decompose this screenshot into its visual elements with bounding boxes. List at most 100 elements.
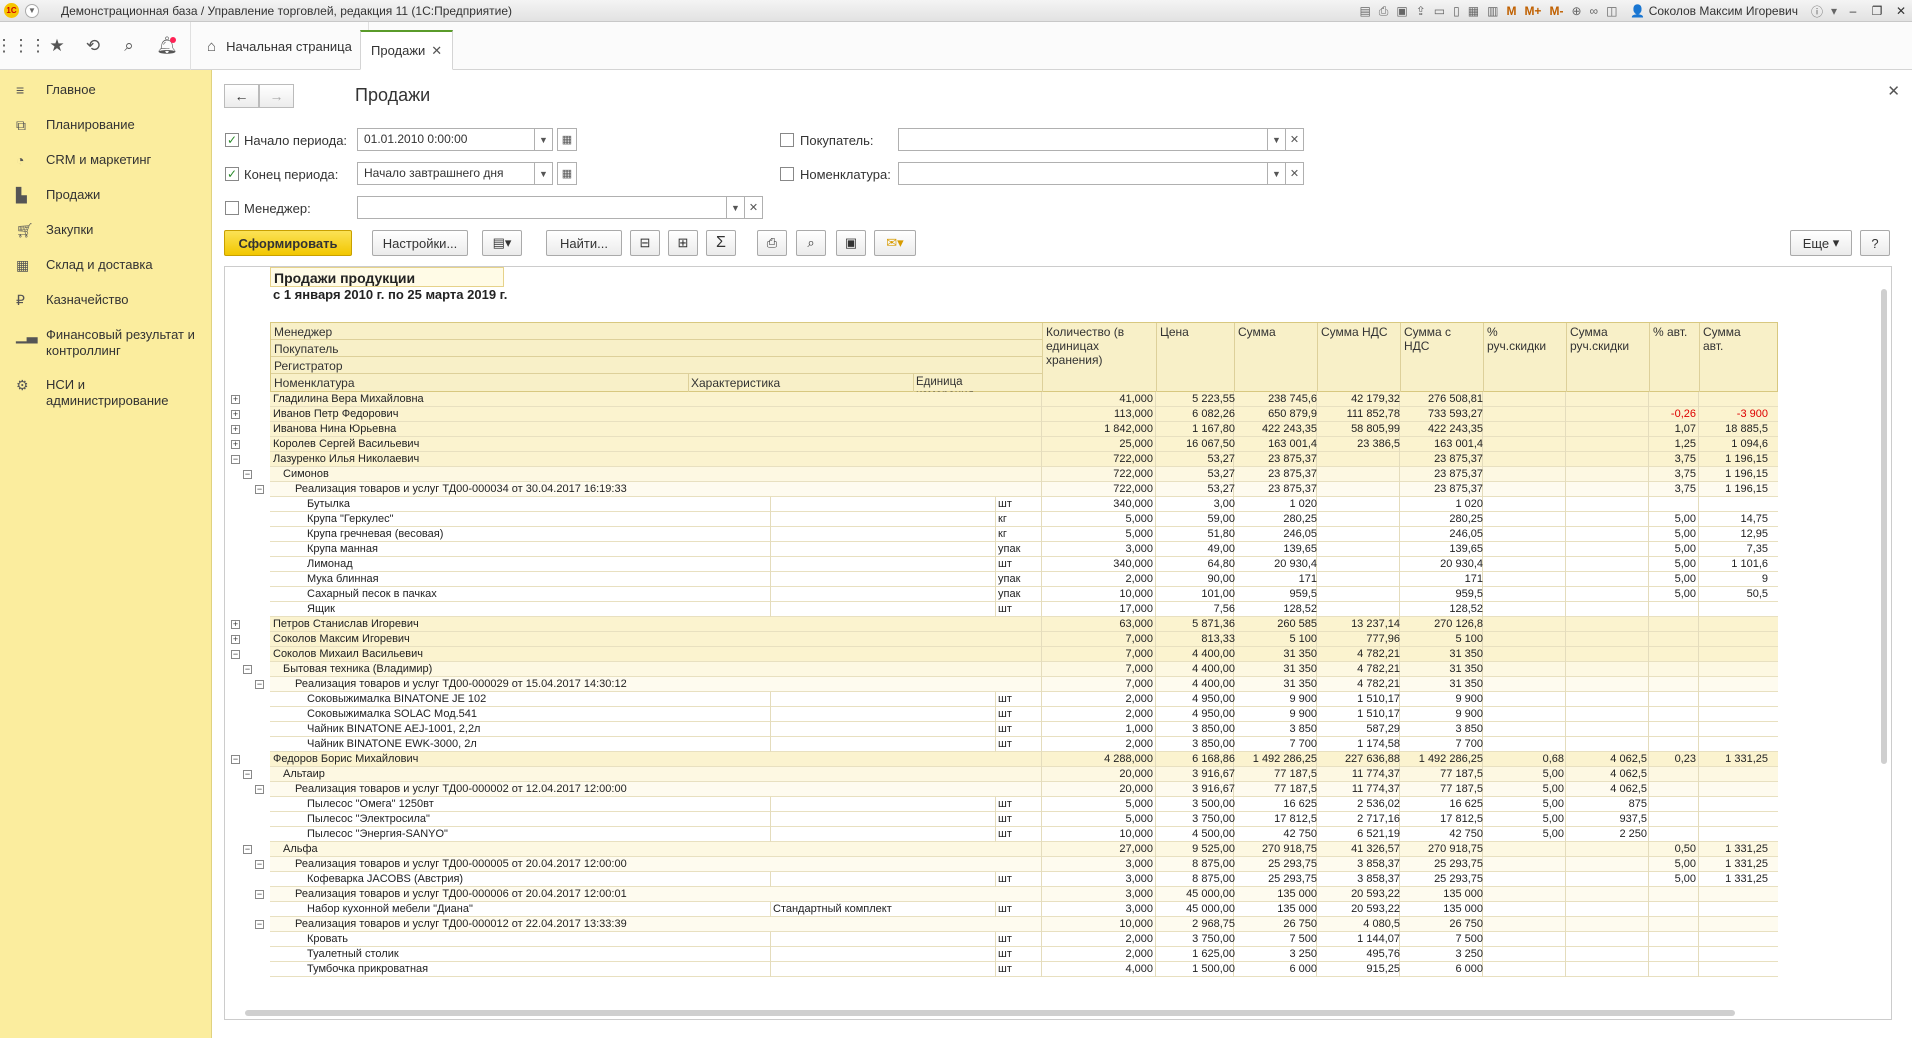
close-window-button[interactable]: ✕ — [1890, 4, 1912, 18]
sidebar-item-warehouse[interactable]: ▦ Склад и доставка — [0, 257, 212, 274]
buyer-checkbox[interactable] — [780, 133, 794, 147]
sum-button[interactable]: Σ — [706, 230, 736, 256]
calculator-icon[interactable]: ▦ — [1468, 4, 1479, 18]
report-row[interactable]: Набор кухонной мебели "Диана" Стандартный… — [225, 902, 1785, 917]
tab-sales[interactable]: Продажи ✕ — [360, 30, 454, 70]
expand-toggle-icon[interactable]: + — [231, 395, 240, 404]
period-end-input[interactable]: Начало завтрашнего дня — [357, 162, 535, 185]
report-row[interactable]: Тумбочка прикроватная шт 4,000 1 500,00 6 00… — [225, 962, 1785, 977]
preview-icon[interactable]: ▣ — [1396, 4, 1407, 18]
report-row[interactable]: Соковыжималка SOLAC Мод.541 шт 2,000 4 950,… — [225, 707, 1785, 722]
report-row[interactable]: − Реализация товаров и услуг ТД00-000034 … — [225, 482, 1785, 497]
horizontal-scrollbar[interactable] — [245, 1009, 1875, 1017]
find-button[interactable]: Найти... — [546, 230, 622, 256]
apps-grid-icon[interactable]: ⋮⋮⋮ — [0, 22, 47, 70]
forward-button[interactable]: → — [259, 84, 294, 108]
collapse-groups-button[interactable]: ⊟ — [630, 230, 660, 256]
report-row[interactable]: − Реализация товаров и услуг ТД00-000005 … — [225, 857, 1785, 872]
report-row[interactable]: + Петров Станислав Игоревич 63,000 5 871,36… — [225, 617, 1785, 632]
nomenclature-clear-icon[interactable]: ✕ — [1286, 162, 1304, 185]
save-icon[interactable]: ▤ — [1359, 4, 1370, 18]
expand-toggle-icon[interactable]: + — [231, 440, 240, 449]
report-row[interactable]: Пылесос "Электросила" шт 5,000 3 750,00 17 8… — [225, 812, 1785, 827]
panel-icon[interactable]: ◫ — [1606, 4, 1617, 18]
sidebar-item-sales[interactable]: ▙ Продажи — [0, 187, 212, 204]
report-row[interactable]: − Реализация товаров и услуг ТД00-000002 … — [225, 782, 1785, 797]
horizontal-scroll-thumb[interactable] — [245, 1010, 1735, 1016]
report-row[interactable]: Чайник BINATONE AEJ-1001, 2,2л шт 1,000 3 8… — [225, 722, 1785, 737]
expand-toggle-icon[interactable]: + — [231, 635, 240, 644]
collapse-toggle-icon[interactable]: − — [243, 470, 252, 479]
bell-icon[interactable]: 🔔︎ — [148, 22, 186, 70]
report-row[interactable]: Мука блинная упак 2,000 90,00 171 171 5,00 9 — [225, 572, 1785, 587]
report-row[interactable]: Крупа манная упак 3,000 49,00 139,65 139,65 5,… — [225, 542, 1785, 557]
sidebar-item-purchases[interactable]: 🛒︎ Закупки — [0, 222, 212, 239]
report-row[interactable]: − Бытовая техника (Владимир) 7,000 4 400,00… — [225, 662, 1785, 677]
close-tab-icon[interactable]: ✕ — [431, 43, 442, 59]
tab-home[interactable]: ⌂ Начальная страница — [190, 22, 369, 70]
info-icon[interactable]: ⓘ — [1811, 3, 1823, 20]
restore-button[interactable]: ❐ — [1866, 4, 1888, 18]
period-start-dropdown-icon[interactable]: ▼ — [535, 128, 553, 151]
1c-logo-icon[interactable]: 1C — [4, 3, 19, 18]
buyer-input[interactable] — [898, 128, 1268, 151]
collapse-toggle-icon[interactable]: − — [231, 650, 240, 659]
report-row[interactable]: + Иванов Петр Федорович 113,000 6 082,26 650… — [225, 407, 1785, 422]
report-row[interactable]: − Симонов 722,000 53,27 23 875,37 23 875,37 3,… — [225, 467, 1785, 482]
report-row[interactable]: − Реализация товаров и услуг ТД00-000029 … — [225, 677, 1785, 692]
back-button[interactable]: ← — [224, 84, 259, 108]
search-icon[interactable]: ⌕ — [110, 22, 148, 70]
period-start-input[interactable]: 01.01.2010 0:00:00 — [357, 128, 535, 151]
collapse-toggle-icon[interactable]: − — [255, 485, 264, 494]
nomenclature-checkbox[interactable] — [780, 167, 794, 181]
report-row[interactable]: + Королев Сергей Васильевич 25,000 16 067,5… — [225, 437, 1785, 452]
buyer-dropdown-icon[interactable]: ▼ — [1268, 128, 1286, 151]
report-row[interactable]: − Реализация товаров и услуг ТД00-000006 … — [225, 887, 1785, 902]
manager-input[interactable] — [357, 196, 727, 219]
sidebar-item-finance[interactable]: ▁▃ Финансовый результат и контроллинг — [0, 327, 212, 359]
period-end-checkbox[interactable]: ✓ — [225, 167, 239, 181]
vertical-scroll-thumb[interactable] — [1881, 289, 1887, 764]
sidebar-item-treasury[interactable]: ₽ Казначейство — [0, 292, 212, 309]
report-row[interactable]: Соковыжималка BINATONE JE 102 шт 2,000 4 95… — [225, 692, 1785, 707]
close-form-icon[interactable]: ✕ — [1887, 82, 1900, 100]
report-row[interactable]: − Федоров Борис Михайлович 4 288,000 6 168,… — [225, 752, 1785, 767]
report-row[interactable]: Крупа "Геркулес" кг 5,000 59,00 280,25 280,25… — [225, 512, 1785, 527]
sidebar-item-admin[interactable]: ⚙ НСИ и администрирование — [0, 377, 212, 409]
report-row[interactable]: Кровать шт 2,000 3 750,00 7 500 1 144,07 7 500 — [225, 932, 1785, 947]
send-button[interactable]: ✉▾ — [874, 230, 916, 256]
save-button[interactable]: ▣ — [836, 230, 866, 256]
report-row[interactable]: Кофеварка JACOBS (Австрия) шт 3,000 8 875,0… — [225, 872, 1785, 887]
sidebar-item-planning[interactable]: ⧉ Планирование — [0, 117, 212, 134]
link-icon[interactable]: ∞ — [1590, 4, 1599, 18]
period-start-checkbox[interactable]: ✓ — [225, 133, 239, 147]
memory-m-button[interactable]: M — [1506, 4, 1516, 18]
collapse-toggle-icon[interactable]: − — [255, 680, 264, 689]
manager-dropdown-icon[interactable]: ▼ — [727, 196, 745, 219]
menu-dropdown-icon[interactable]: ▾ — [1831, 4, 1837, 18]
star-icon[interactable]: ★ — [38, 22, 76, 70]
memory-mplus-button[interactable]: M+ — [1524, 4, 1541, 18]
report-row[interactable]: − Альфа 27,000 9 525,00 270 918,75 41 326,57 2… — [225, 842, 1785, 857]
report-row[interactable]: − Альтаир 20,000 3 916,67 77 187,5 11 774,37 7… — [225, 767, 1785, 782]
expand-toggle-icon[interactable]: + — [231, 620, 240, 629]
collapse-toggle-icon[interactable]: − — [243, 845, 252, 854]
report-row[interactable]: Пылесос "Энергия-SANYO" шт 10,000 4 500,00 4… — [225, 827, 1785, 842]
generate-button[interactable]: Сформировать — [224, 230, 352, 256]
sidebar-item-main[interactable]: ≡ Главное — [0, 82, 212, 98]
report-row[interactable]: Бутылка шт 340,000 3,00 1 020 1 020 — [225, 497, 1785, 512]
preview-button[interactable]: ⌕ — [796, 230, 826, 256]
report-row[interactable]: + Иванова Нина Юрьевна 1 842,000 1 167,80 42… — [225, 422, 1785, 437]
nomenclature-input[interactable] — [898, 162, 1268, 185]
period-end-dropdown-icon[interactable]: ▼ — [535, 162, 553, 185]
vertical-scrollbar[interactable] — [1879, 277, 1889, 1017]
report-row[interactable]: Туалетный столик шт 2,000 1 625,00 3 250 495,… — [225, 947, 1785, 962]
calendar-icon[interactable]: ▦ — [557, 162, 577, 185]
report-row[interactable]: − Соколов Михаил Васильевич 7,000 4 400,00 3… — [225, 647, 1785, 662]
nomenclature-dropdown-icon[interactable]: ▼ — [1268, 162, 1286, 185]
print-icon[interactable]: ⎙ — [1379, 4, 1389, 19]
report-row[interactable]: + Гладилина Вера Михайловна 41,000 5 223,55… — [225, 392, 1785, 407]
manager-checkbox[interactable] — [225, 201, 239, 215]
expand-groups-button[interactable]: ⊞ — [668, 230, 698, 256]
calendar-icon[interactable]: ▦ — [557, 128, 577, 151]
